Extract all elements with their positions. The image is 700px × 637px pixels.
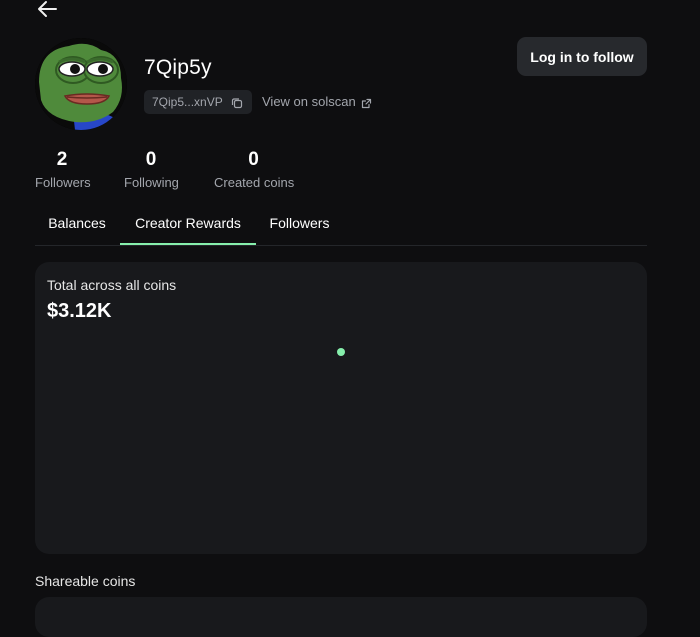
stat-following-value: 0 [145,149,157,170]
total-rewards-label: Total across all coins [47,277,177,293]
stat-followers[interactable]: 2 Followers [35,148,91,190]
external-link-icon [361,96,372,109]
arrow-left-icon [38,1,57,17]
tab-creator-rewards[interactable]: Creator Rewards [120,207,256,245]
username: 7Qip5y [144,56,212,79]
stat-following[interactable]: 0 Following [124,148,179,190]
total-rewards-value: $3.12K [47,300,112,322]
stat-following-label: Following [124,175,179,190]
back-button[interactable] [36,0,58,18]
tab-followers[interactable]: Followers [257,207,342,244]
log-in-to-follow-button[interactable]: Log in to follow [517,37,647,76]
stat-followers-label: Followers [35,175,91,190]
stat-created-coins-value: 0 [248,149,259,170]
avatar [35,38,127,130]
wallet-address: 7Qip5...xnVP [152,95,223,109]
stat-created-coins-label: Created coins [214,175,295,190]
tab-balances[interactable]: Balances [35,207,119,244]
copy-icon[interactable] [231,96,243,109]
rewards-chart-point [337,348,345,356]
profile-tabs: Balances Creator Rewards Followers [35,207,647,246]
shareable-coins-title: Shareable coins [35,573,136,589]
stat-followers-value: 2 [56,149,68,170]
shareable-coins-card [35,597,647,637]
solscan-link[interactable]: View on solscan [262,94,372,109]
solscan-link-label: View on solscan [262,94,356,109]
stat-created-coins[interactable]: 0 Created coins [214,148,295,190]
creator-rewards-card: Total across all coins $3.12K [35,262,647,554]
address-copy-chip[interactable]: 7Qip5...xnVP [144,90,252,114]
